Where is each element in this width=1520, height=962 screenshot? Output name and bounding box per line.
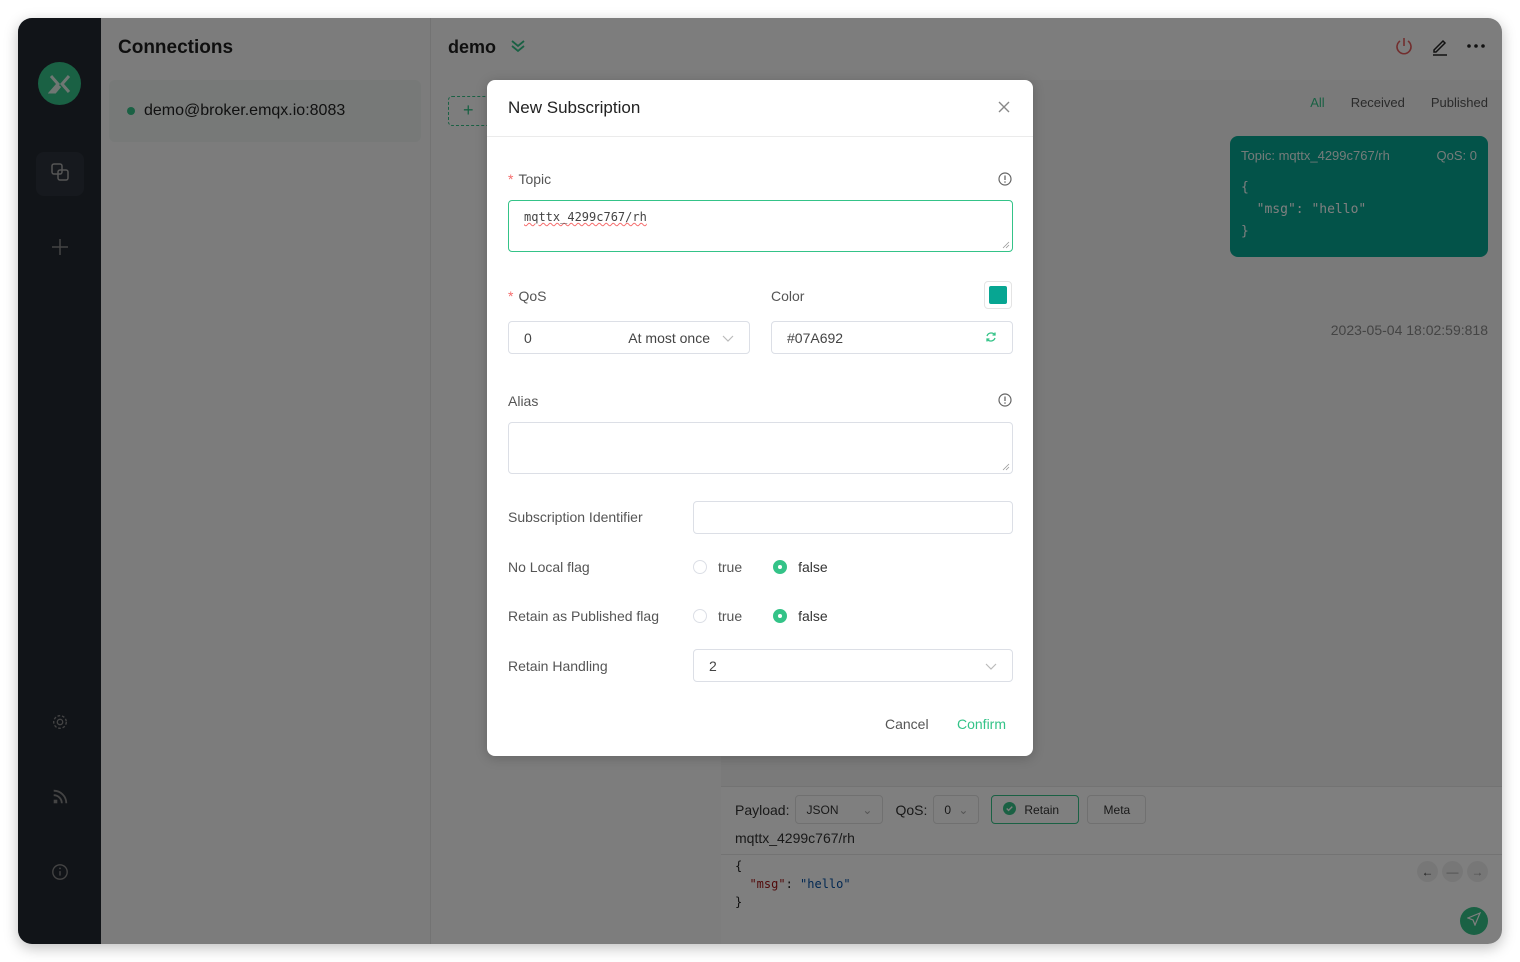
new-subscription-dialog: New Subscription * Topic mqttx_4299c767/r… [487,80,1033,756]
dialog-title: New Subscription [508,98,641,117]
chevron-down-icon [722,330,734,346]
no-local-label: No Local flag [508,559,590,575]
color-swatch [989,286,1007,304]
topic-label: * Topic [508,171,551,187]
alias-info-icon[interactable] [998,393,1012,407]
topic-label-text: Topic [518,171,552,187]
color-picker-button[interactable] [984,281,1012,309]
qos-label: * QoS [508,288,546,304]
required-mark: * [508,171,514,187]
radio-label[interactable]: true [718,559,742,575]
qos-select[interactable]: 0 At most once [508,321,750,354]
color-value: #07A692 [787,329,844,346]
alias-label: Alias [508,393,539,409]
retain-as-published-label: Retain as Published flag [508,608,659,624]
retain-handling-select[interactable]: 2 [693,649,1013,682]
resize-handle-icon[interactable] [1002,241,1010,249]
chevron-down-icon [985,658,997,674]
cancel-button[interactable]: Cancel [885,716,929,732]
no-local-false-radio[interactable] [773,560,788,574]
radio-label[interactable]: false [798,608,828,624]
color-input[interactable]: #07A692 [771,321,1013,354]
topic-value: mqttx_4299c767/rh [524,210,647,224]
required-mark: * [508,288,514,304]
alias-input[interactable] [508,422,1013,474]
subscription-identifier-input[interactable] [693,501,1013,534]
retain-handling-label: Retain Handling [508,658,608,674]
color-label: Color [771,288,805,304]
close-icon[interactable] [995,98,1013,116]
radio-label[interactable]: true [718,608,742,624]
subscription-identifier-label: Subscription Identifier [508,509,643,525]
no-local-radio-group: true false [693,559,859,575]
resize-handle-icon[interactable] [1002,463,1010,471]
retain-as-published-false-radio[interactable] [773,609,788,623]
dialog-header: New Subscription [487,80,1033,137]
qos-label-text: QoS [518,288,547,304]
topic-info-icon[interactable] [998,172,1012,186]
no-local-true-radio[interactable] [693,560,707,574]
topic-input[interactable]: mqttx_4299c767/rh [508,200,1013,252]
radio-label[interactable]: false [798,559,828,575]
refresh-icon[interactable] [985,330,997,346]
qos-value: 0 [524,329,532,346]
qos-description: At most once [628,329,710,346]
retain-as-published-radio-group: true false [693,608,859,624]
retain-handling-value: 2 [709,657,717,674]
confirm-button[interactable]: Confirm [957,716,1006,732]
retain-as-published-true-radio[interactable] [693,609,707,623]
